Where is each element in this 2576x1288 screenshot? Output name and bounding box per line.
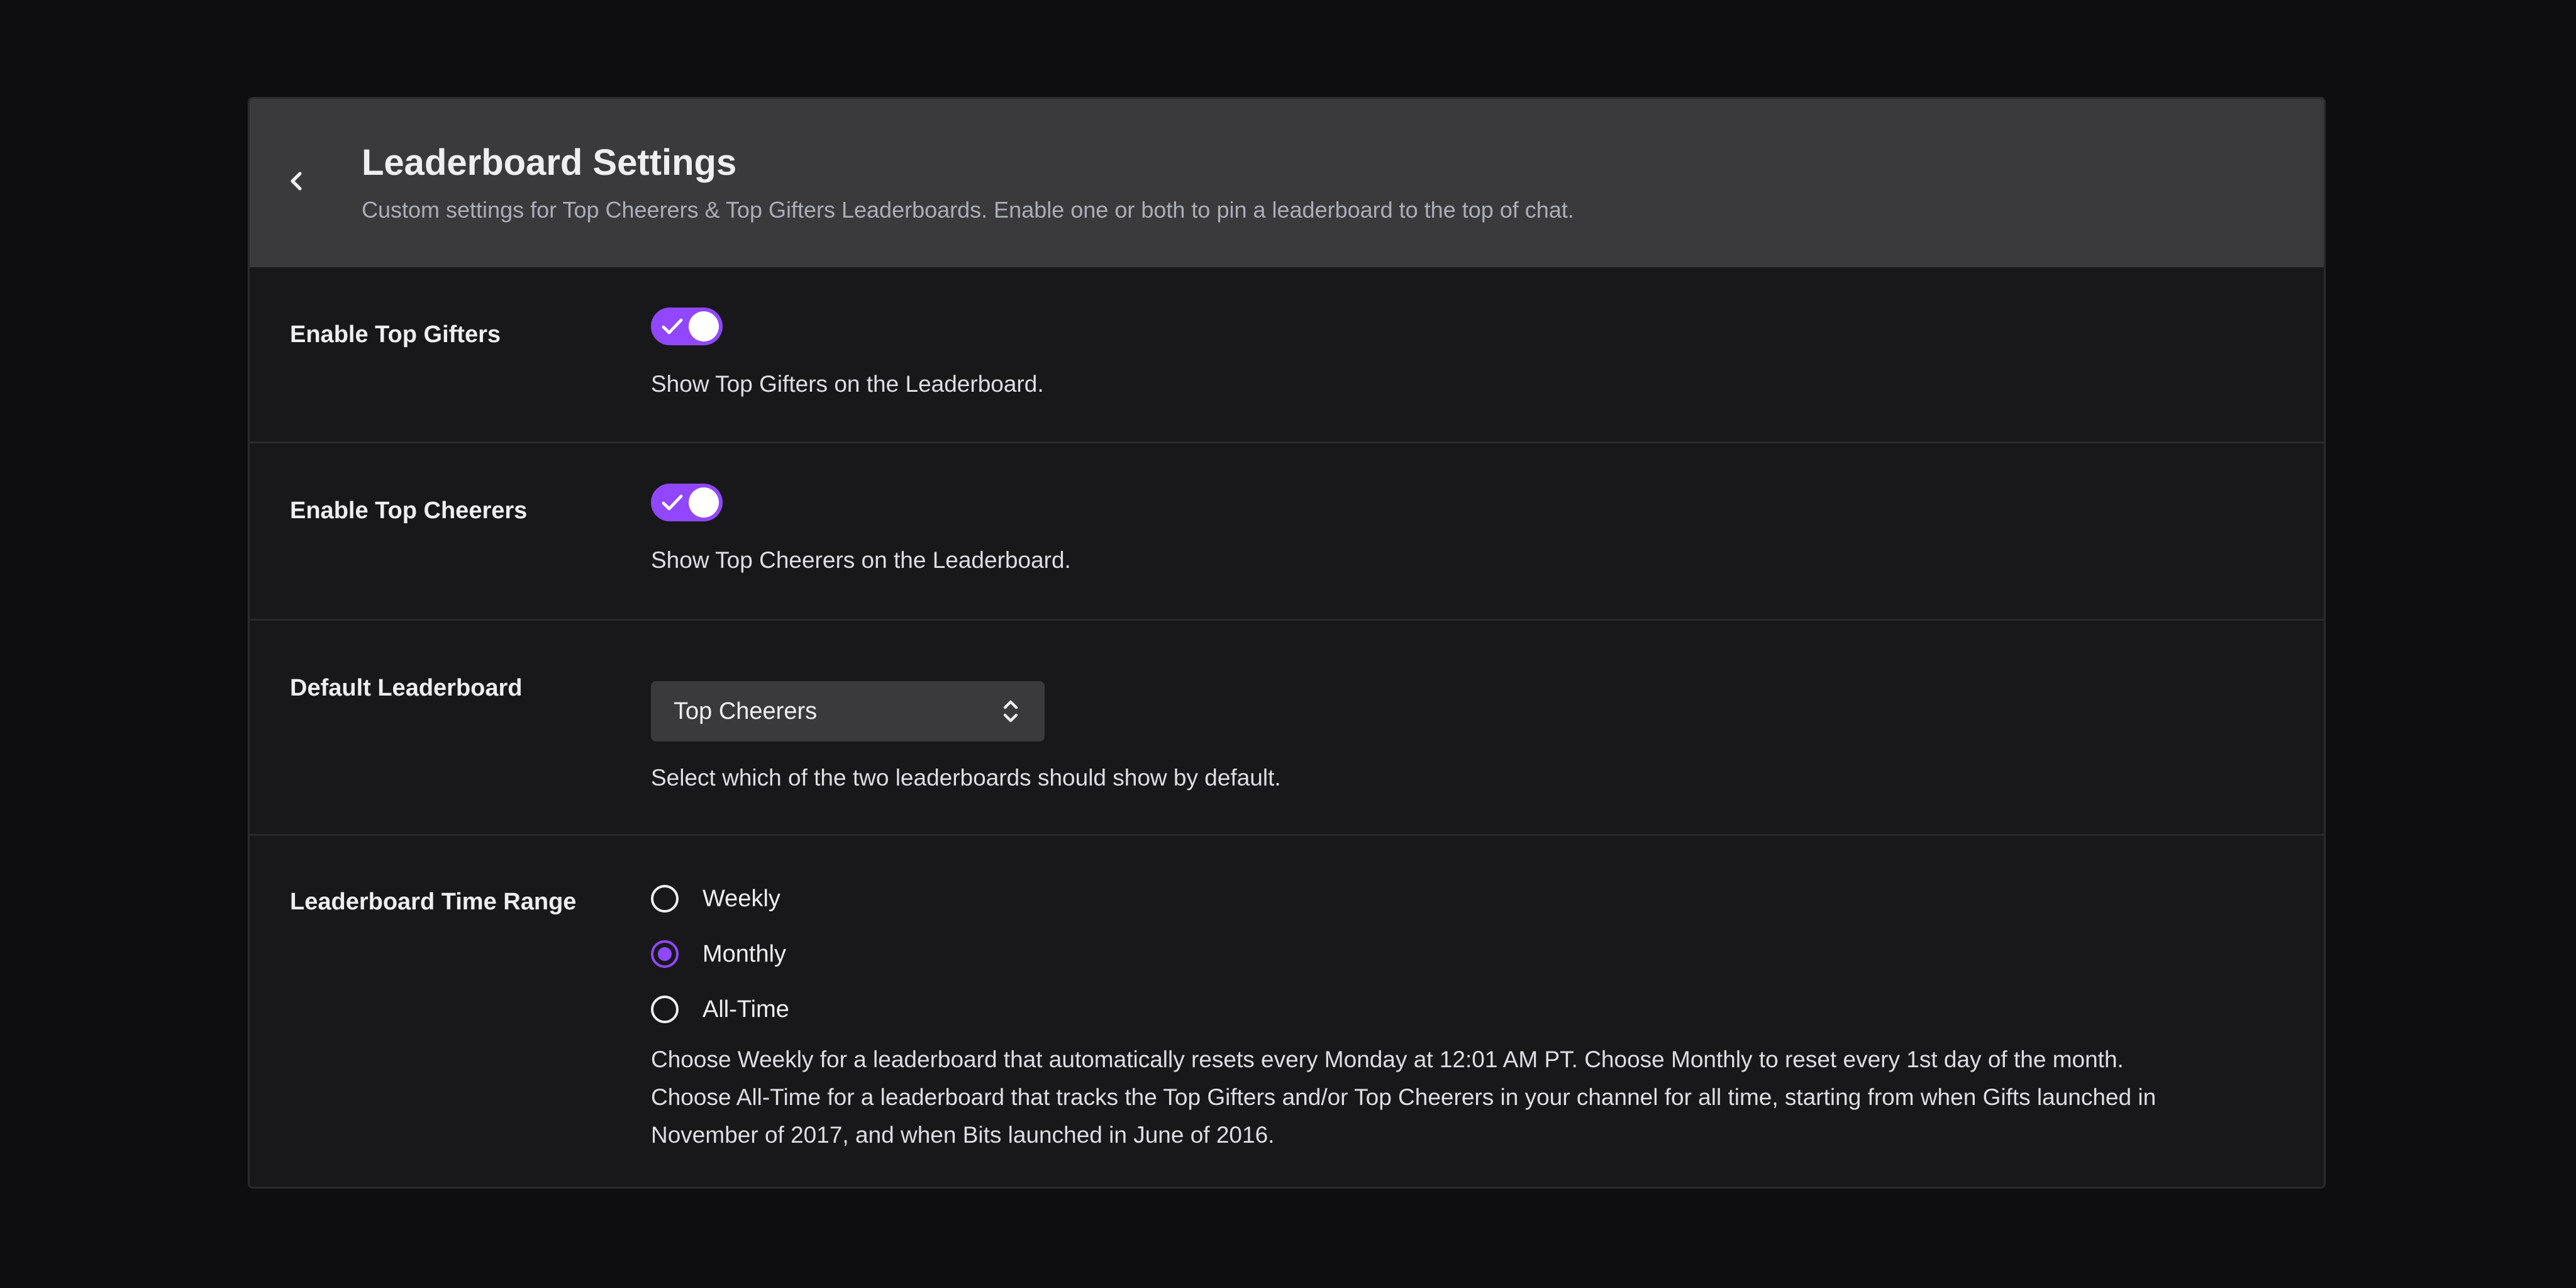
select-value: Top Cheerers xyxy=(674,697,818,724)
radio-label: All-Time xyxy=(702,996,789,1023)
setting-description: Show Top Gifters on the Leaderboard. xyxy=(651,371,1044,397)
radio-option-monthly[interactable]: Monthly xyxy=(651,935,2273,973)
page-subtitle: Custom settings for Top Cheerers & Top G… xyxy=(362,197,1574,223)
radio-option-all-time[interactable]: All-Time xyxy=(651,991,2273,1028)
check-icon xyxy=(662,318,683,335)
chevron-up-down-icon xyxy=(1003,700,1018,723)
radio-option-weekly[interactable]: Weekly xyxy=(651,880,2273,918)
leaderboard-settings-panel: Leaderboard Settings Custom settings for… xyxy=(248,97,2326,1189)
description-line: November of 2017, and when Bits launched… xyxy=(651,1122,1275,1148)
description-line: Choose Weekly for a leaderboard that aut… xyxy=(651,1046,2124,1072)
page-title: Leaderboard Settings xyxy=(362,142,737,183)
setting-label: Default Leaderboard xyxy=(290,675,523,701)
back-button[interactable] xyxy=(275,159,319,203)
top-cheerers-toggle[interactable] xyxy=(651,484,723,521)
setting-row-default-leaderboard: Default Leaderboard Top Cheerers Select … xyxy=(250,621,2324,836)
setting-row-time-range: Leaderboard Time Range Weekly Monthly Al… xyxy=(250,836,2324,1187)
chevron-left-icon xyxy=(291,172,302,191)
setting-description: Show Top Cheerers on the Leaderboard. xyxy=(651,547,1071,573)
radio-button[interactable] xyxy=(651,885,679,913)
setting-row-top-gifters: Enable Top Gifters Show Top Gifters on t… xyxy=(250,267,2324,443)
setting-description: Choose Weekly for a leaderboard that aut… xyxy=(651,1041,2273,1154)
setting-description: Select which of the two leaderboards sho… xyxy=(651,765,1281,791)
check-icon xyxy=(662,494,683,511)
setting-label: Enable Top Cheerers xyxy=(290,497,528,524)
settings-header: Leaderboard Settings Custom settings for… xyxy=(250,99,2324,267)
radio-button[interactable] xyxy=(651,940,679,968)
setting-label: Enable Top Gifters xyxy=(290,321,501,348)
description-line: Choose All-Time for a leaderboard that t… xyxy=(651,1084,2157,1110)
toggle-knob xyxy=(689,311,719,341)
toggle-knob xyxy=(689,487,719,518)
radio-label: Monthly xyxy=(702,940,787,967)
setting-label: Leaderboard Time Range xyxy=(290,889,577,915)
setting-row-top-cheerers: Enable Top Cheerers Show Top Cheerers on… xyxy=(250,443,2324,621)
top-gifters-toggle[interactable] xyxy=(651,308,723,345)
radio-label: Weekly xyxy=(702,885,780,912)
default-leaderboard-select[interactable]: Top Cheerers xyxy=(651,681,1045,741)
radio-button[interactable] xyxy=(651,996,679,1023)
